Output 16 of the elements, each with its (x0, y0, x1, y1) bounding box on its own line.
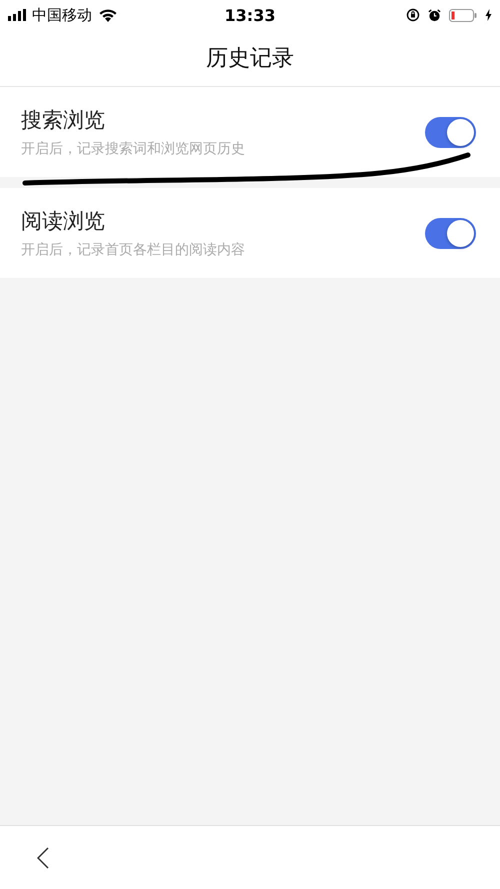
back-button[interactable] (36, 846, 50, 870)
setting-description: 开启后，记录首页各栏目的阅读内容 (21, 241, 245, 259)
carrier-name: 中国移动 (32, 6, 92, 24)
toggle-switch[interactable] (425, 218, 476, 248)
setting-label: 搜索浏览 (21, 107, 106, 134)
signal-icon (8, 9, 26, 21)
setting-description: 开启后，记录搜索词和浏览网页历史 (21, 140, 245, 158)
setting-label: 阅读浏览 (21, 208, 106, 235)
page-title: 历史记录 (206, 45, 294, 73)
alarm-icon (428, 8, 441, 22)
charging-icon (485, 9, 492, 21)
rotation-lock-icon (406, 8, 420, 22)
toggle-switch[interactable] (425, 116, 476, 148)
battery-icon (449, 8, 477, 22)
clock-time: 13:33 (224, 6, 276, 24)
wifi-icon (98, 8, 118, 22)
